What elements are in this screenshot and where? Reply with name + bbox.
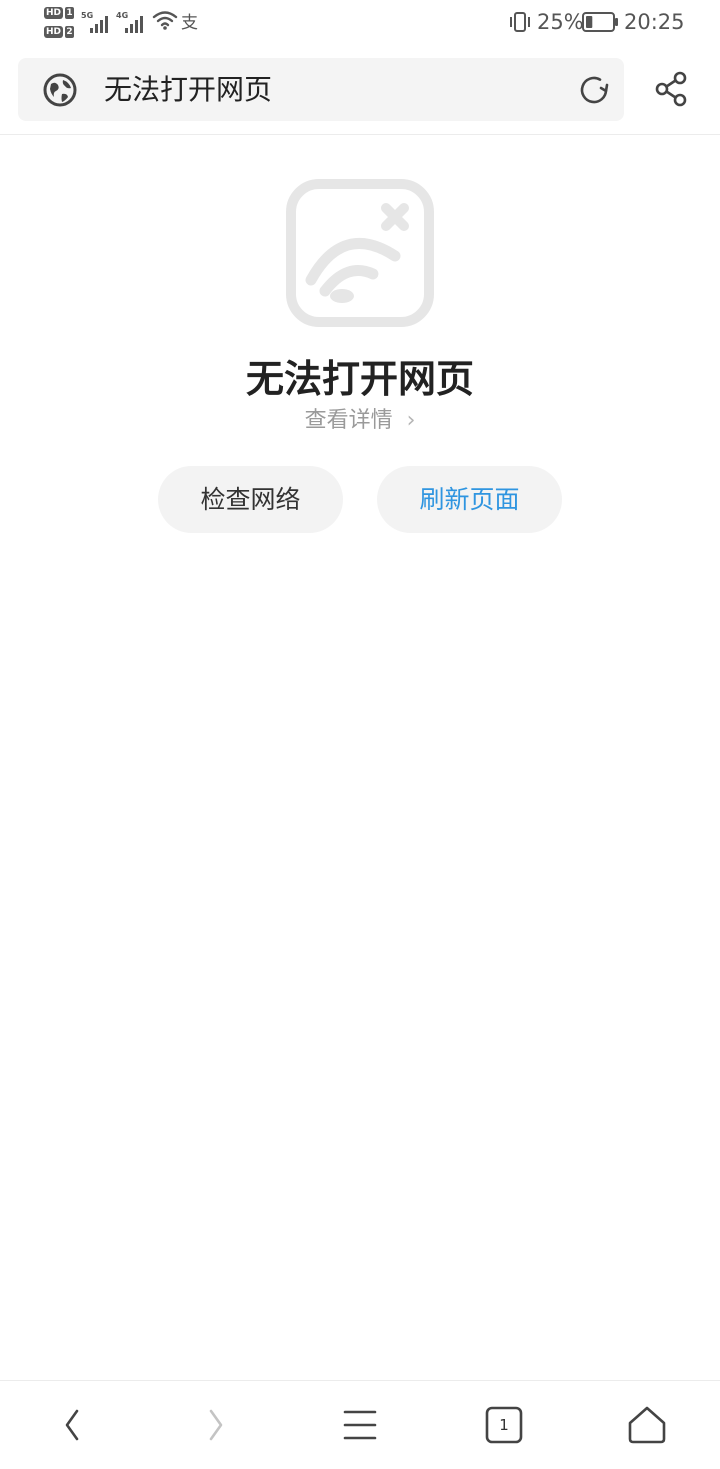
check-network-button[interactable]: 检查网络 xyxy=(158,466,343,533)
sim1-number: 1 xyxy=(65,7,74,19)
signal-4g-icon: 4G xyxy=(116,11,148,33)
hd-tag-sim2: HD xyxy=(44,26,64,38)
signal-5g-icon: 5G xyxy=(81,11,113,33)
menu-icon[interactable] xyxy=(338,1403,382,1447)
tabs-button[interactable]: 1 xyxy=(482,1403,526,1447)
chevron-right-icon: › xyxy=(406,408,416,433)
bottom-toolbar: 1 xyxy=(0,1381,720,1469)
home-icon[interactable] xyxy=(625,1403,669,1447)
wifi-status-icon xyxy=(152,11,178,30)
address-text[interactable]: 无法打开网页 xyxy=(104,73,272,107)
sim2-number: 2 xyxy=(65,26,74,38)
vibrate-icon xyxy=(510,12,530,32)
back-arrow-icon[interactable] xyxy=(50,1403,94,1447)
no-wifi-icon xyxy=(286,179,434,327)
refresh-icon[interactable] xyxy=(576,72,612,108)
battery-icon xyxy=(582,12,618,32)
sim-indicators: HD 1 HD 2 xyxy=(44,5,74,41)
view-details-label[interactable]: 查看详情 xyxy=(305,408,393,433)
view-details-link[interactable]: 查看详情 › xyxy=(0,405,720,437)
share-icon[interactable] xyxy=(652,70,690,108)
error-title: 无法打开网页 xyxy=(245,357,474,401)
hd-tag-sim1: HD xyxy=(44,7,64,19)
clock: 20:25 xyxy=(624,10,685,34)
tab-count: 1 xyxy=(499,1416,509,1434)
header-divider xyxy=(0,134,720,135)
battery-percent: 25% xyxy=(537,10,584,34)
address-bar[interactable]: 无法打开网页 xyxy=(18,58,624,121)
forward-arrow-icon[interactable] xyxy=(194,1403,238,1447)
refresh-page-button[interactable]: 刷新页面 xyxy=(377,466,562,533)
status-bar: HD 1 HD 2 5G 4G 支 25% 20:25 xyxy=(0,0,720,46)
alipay-icon: 支 xyxy=(181,13,198,33)
globe-icon[interactable] xyxy=(42,72,78,108)
